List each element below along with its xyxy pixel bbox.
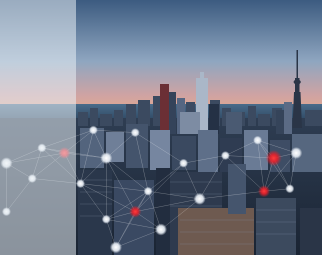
white-node — [101, 214, 111, 224]
white-node — [100, 152, 113, 165]
red-node — [129, 205, 142, 218]
white-node — [285, 184, 295, 194]
white-node — [155, 223, 167, 236]
white-node — [88, 125, 98, 135]
red-node — [265, 150, 282, 167]
white-node — [253, 135, 263, 145]
white-node — [109, 241, 122, 254]
white-node — [220, 151, 230, 161]
red-node — [258, 185, 271, 198]
white-node — [76, 179, 85, 189]
white-node — [143, 186, 153, 196]
white-node — [130, 128, 140, 138]
white-node — [290, 147, 303, 159]
white-node — [179, 158, 189, 168]
white-node — [193, 192, 206, 205]
left-translucent-panel — [0, 0, 76, 255]
skyline-photo — [0, 0, 322, 255]
